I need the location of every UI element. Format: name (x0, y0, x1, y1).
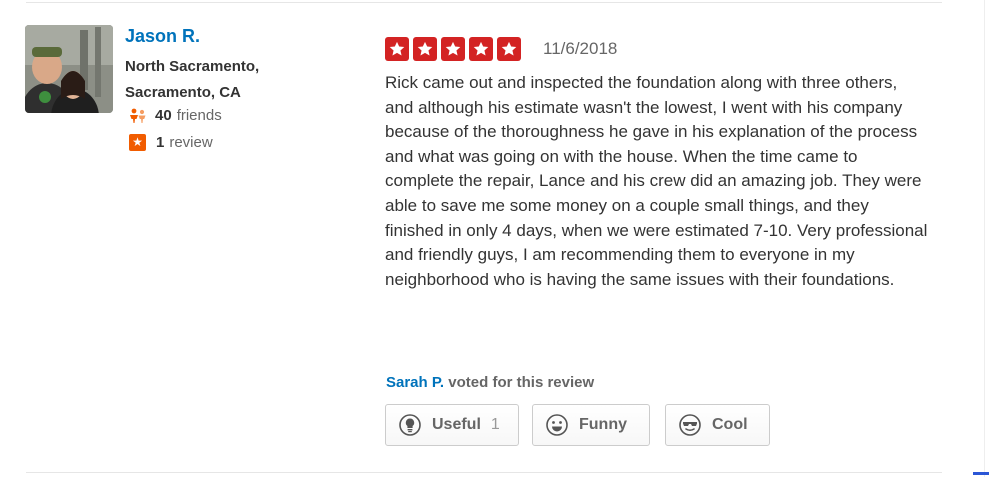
smiley-icon (546, 414, 568, 436)
funny-button[interactable]: Funny (532, 404, 650, 446)
useful-count: 1 (490, 416, 500, 433)
star-rating (385, 37, 525, 61)
friends-count: 40 (155, 107, 172, 124)
friends-icon (129, 108, 146, 124)
friends-stat: 40 friends (129, 107, 222, 124)
user-location: North Sacramento, Sacramento, CA (125, 58, 260, 101)
reviews-label: review (169, 134, 213, 151)
star-icon (385, 37, 409, 61)
reviews-stat: ★ 1 review (129, 134, 213, 151)
star-icon (413, 37, 437, 61)
voter-name[interactable]: Sarah P. (386, 374, 444, 391)
star-icon (497, 37, 521, 61)
scroll-indicator[interactable] (973, 472, 989, 475)
review-text: Rick came out and inspected the foundati… (385, 73, 928, 289)
sunglasses-icon (679, 414, 701, 436)
user-name[interactable]: Jason R. (125, 26, 200, 47)
useful-button[interactable]: Useful 1 (385, 404, 519, 446)
star-icon (441, 37, 465, 61)
funny-label: Funny (579, 416, 627, 433)
avatar[interactable] (25, 25, 113, 113)
star-icon (469, 37, 493, 61)
reviews-count: 1 (156, 134, 165, 151)
cool-label: Cool (712, 416, 748, 433)
cool-button[interactable]: Cool (665, 404, 770, 446)
friends-label: friends (176, 107, 222, 124)
voted-line: Sarah P. voted for this review (386, 374, 594, 391)
review-star-icon: ★ (129, 134, 146, 151)
lightbulb-icon (399, 414, 421, 436)
top-divider (26, 2, 942, 3)
voted-text: voted for this review (448, 374, 595, 391)
useful-label: Useful (432, 416, 481, 433)
bottom-divider (26, 472, 942, 473)
review-date: 11/6/2018 (543, 39, 618, 58)
page-edge-line (984, 0, 985, 477)
